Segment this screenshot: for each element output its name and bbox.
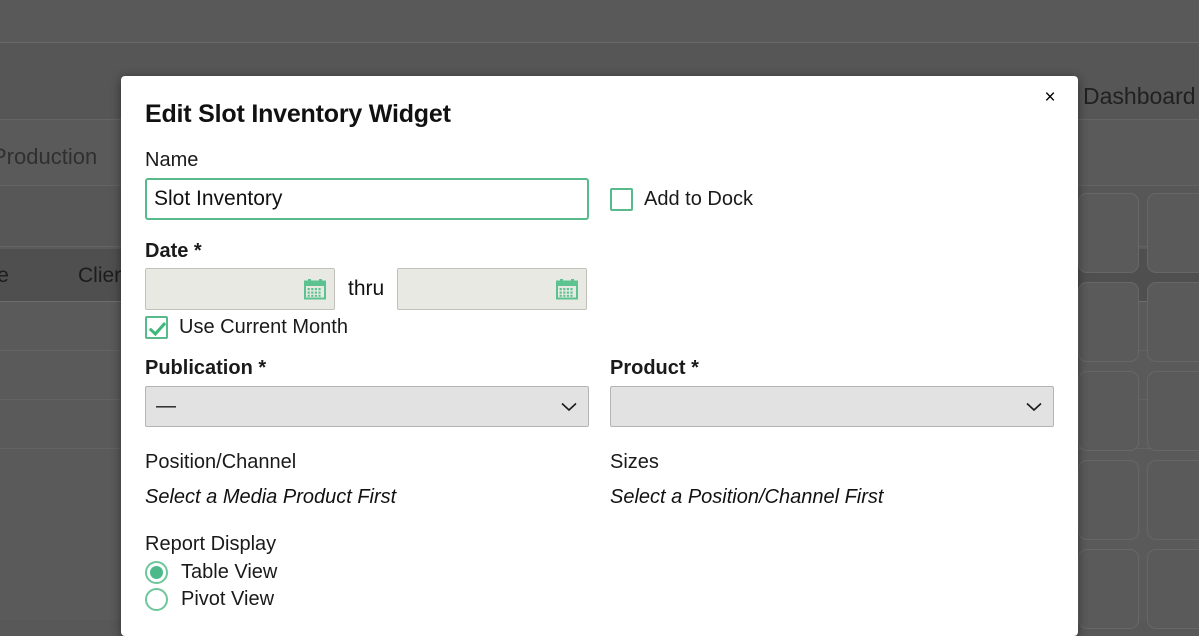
product-column: Product * bbox=[610, 355, 1057, 427]
sizes-column: Sizes Select a Position/Channel First bbox=[610, 449, 1057, 509]
publication-select[interactable]: — bbox=[145, 386, 589, 427]
publication-column: Publication * — bbox=[145, 355, 610, 427]
table-view-label: Table View bbox=[181, 561, 278, 583]
background-dashboard-card bbox=[1078, 460, 1139, 540]
position-sizes-row: Position/Channel Select a Media Product … bbox=[145, 449, 1057, 509]
use-current-month-row[interactable]: Use Current Month bbox=[145, 316, 1057, 339]
background-dashboard-card bbox=[1147, 371, 1199, 451]
edit-slot-inventory-widget-dialog: × Edit Slot Inventory Widget Name Add to… bbox=[121, 76, 1078, 636]
position-channel-label: Position/Channel bbox=[145, 451, 297, 473]
table-view-radio[interactable] bbox=[145, 561, 168, 584]
background-top-bar bbox=[0, 0, 1199, 43]
name-row: Name Add to Dock bbox=[145, 147, 1057, 220]
pivot-view-label: Pivot View bbox=[181, 588, 275, 610]
date-range-row: thru bbox=[145, 268, 1057, 310]
background-nav-production-label: Production bbox=[0, 144, 98, 169]
sizes-label: Sizes bbox=[610, 451, 659, 473]
name-input[interactable] bbox=[145, 178, 589, 220]
pivot-view-radio[interactable] bbox=[145, 588, 168, 611]
product-select[interactable] bbox=[610, 386, 1054, 427]
report-display-option-pivot[interactable]: Pivot View bbox=[145, 588, 1057, 611]
background-dashboard-card bbox=[1147, 549, 1199, 629]
chevron-down-icon bbox=[1026, 402, 1042, 411]
publication-selected-value: — bbox=[156, 395, 176, 417]
sizes-hint: Select a Position/Channel First bbox=[610, 486, 884, 508]
date-label: Date * bbox=[145, 240, 202, 262]
position-channel-hint: Select a Media Product First bbox=[145, 486, 397, 508]
add-to-dock-checkbox-row[interactable]: Add to Dock bbox=[610, 188, 1057, 211]
add-to-dock-label: Add to Dock bbox=[644, 188, 753, 210]
widget-settings-form: Name Add to Dock Date * bbox=[145, 147, 1057, 611]
background-dashboard-label: Dashboard bbox=[1083, 83, 1196, 109]
chevron-down-icon bbox=[561, 402, 577, 411]
use-current-month-label: Use Current Month bbox=[179, 316, 348, 338]
background-dashboard-card bbox=[1147, 193, 1199, 273]
date-separator-label: thru bbox=[348, 277, 385, 300]
publication-label: Publication * bbox=[145, 357, 267, 379]
background-dashboard-card-grid bbox=[1078, 193, 1199, 629]
use-current-month-checkbox[interactable] bbox=[145, 316, 168, 339]
background-dashboard-card bbox=[1078, 549, 1139, 629]
background-table-header-cell: ize bbox=[0, 264, 9, 287]
add-to-dock-column: Add to Dock bbox=[610, 147, 1057, 211]
date-from-input[interactable] bbox=[145, 268, 335, 310]
close-icon[interactable]: × bbox=[1037, 85, 1063, 111]
background-dashboard-card bbox=[1078, 282, 1139, 362]
date-section: Date * thru Use Current Month bbox=[145, 238, 1057, 339]
name-label: Name bbox=[145, 149, 199, 171]
background-dashboard-card bbox=[1078, 193, 1139, 273]
background-table-header-cell: Clien bbox=[78, 264, 126, 287]
date-to-input[interactable] bbox=[397, 268, 588, 310]
dialog-title: Edit Slot Inventory Widget bbox=[145, 100, 451, 128]
background-dashboard-card bbox=[1147, 460, 1199, 540]
background-dashboard-card bbox=[1078, 371, 1139, 451]
report-display-section: Report Display Table View Pivot View bbox=[145, 531, 1057, 611]
background-dashboard-card bbox=[1147, 282, 1199, 362]
position-channel-column: Position/Channel Select a Media Product … bbox=[145, 449, 610, 509]
report-display-option-table[interactable]: Table View bbox=[145, 561, 1057, 584]
report-display-label: Report Display bbox=[145, 533, 277, 555]
calendar-icon bbox=[304, 279, 326, 300]
product-label: Product * bbox=[610, 357, 699, 379]
calendar-icon bbox=[556, 279, 579, 300]
publication-product-row: Publication * — Product * bbox=[145, 355, 1057, 427]
name-column: Name bbox=[145, 147, 610, 220]
add-to-dock-checkbox[interactable] bbox=[610, 188, 633, 211]
